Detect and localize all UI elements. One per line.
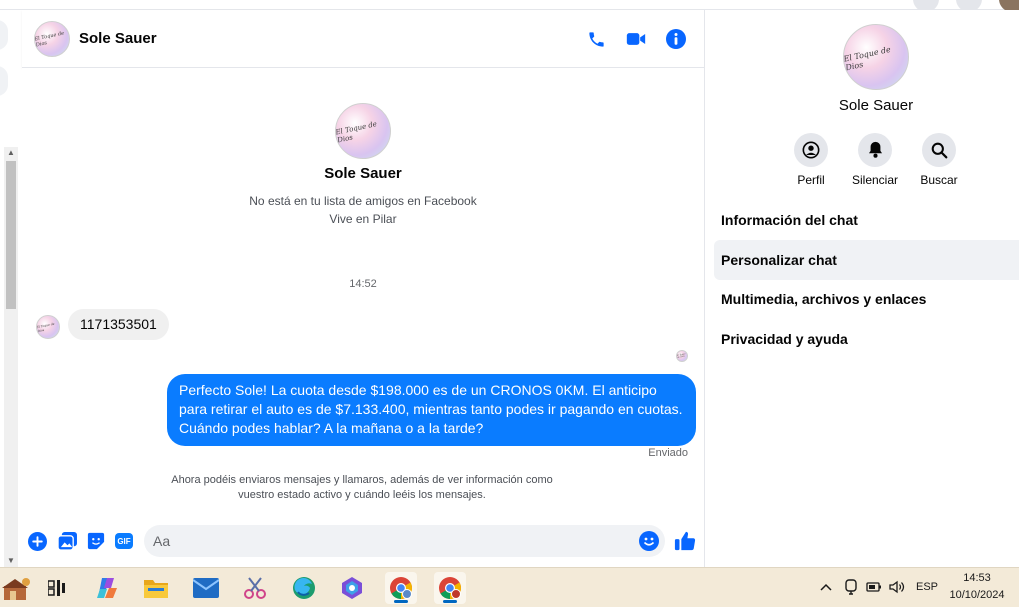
input-language[interactable]: ESP	[912, 581, 942, 593]
gif-icon[interactable]: GIF	[114, 531, 134, 551]
rail-button[interactable]	[0, 20, 8, 50]
bell-icon	[858, 133, 892, 167]
scroll-down-icon[interactable]: ▼	[4, 555, 18, 567]
outgoing-message[interactable]: Perfecto Sole! La cuota desde $198.000 e…	[167, 374, 696, 446]
friendship-note: No está en tu lista de amigos en Faceboo…	[249, 194, 477, 208]
mail-icon[interactable]	[190, 572, 222, 604]
read-receipt-avatar: El Toque de Dios	[676, 350, 688, 362]
chat-details-panel: El Toque de Dios Sole Sauer Perfil Silen…	[704, 10, 1019, 567]
widgets-icon[interactable]	[0, 572, 34, 604]
taskbar: ESP 14:53 10/10/2024	[0, 567, 1019, 607]
clock-date[interactable]: 10/10/2024	[946, 589, 1008, 601]
scrollbar[interactable]: ▲ ▼	[4, 147, 18, 567]
details-avatar[interactable]: El Toque de Dios	[843, 24, 909, 90]
scrollbar-thumb[interactable]	[6, 161, 16, 309]
profile-icon	[794, 133, 828, 167]
left-rail: ▲ ▼	[0, 10, 22, 567]
chevron-up-icon[interactable]	[817, 578, 835, 596]
profile-name: Sole Sauer	[324, 165, 402, 182]
message-thread: El Toque de Dios Sole Sauer No está en t…	[22, 68, 704, 522]
copilot-icon[interactable]	[92, 572, 124, 604]
top-strip	[0, 0, 1019, 12]
chat-header: El Toque de Dios Sole Sauer	[22, 10, 704, 68]
thumbs-up-icon[interactable]	[673, 529, 697, 553]
message-input[interactable]	[144, 525, 665, 557]
mute-button[interactable]: Silenciar	[840, 133, 910, 187]
plus-icon[interactable]	[27, 531, 47, 551]
menu-privacy-help[interactable]: Privacidad y ayuda	[714, 319, 1019, 359]
profile-button[interactable]: Perfil	[776, 133, 846, 187]
menu-media-files-links[interactable]: Multimedia, archivos y enlaces	[714, 279, 1019, 319]
sticker-icon[interactable]	[86, 531, 106, 551]
gif-label: GIF	[115, 533, 133, 549]
search-label: Buscar	[920, 173, 958, 187]
copilot-pro-icon[interactable]	[336, 572, 368, 604]
photo-icon[interactable]	[57, 531, 77, 551]
avatar-logo-text: El Toque de Dios	[843, 44, 892, 73]
profile-label: Perfil	[797, 173, 825, 187]
phone-icon[interactable]	[585, 28, 607, 50]
rail-button[interactable]	[0, 66, 8, 96]
location-note: Vive en Pilar	[329, 212, 397, 226]
search-button[interactable]: Buscar	[904, 133, 974, 187]
messenger-window: ▲ ▼ El Toque de Dios Sole Sauer El Toque…	[0, 0, 1019, 607]
emoji-icon[interactable]	[638, 530, 660, 552]
battery-icon[interactable]	[865, 578, 883, 596]
details-name: Sole Sauer	[838, 97, 914, 114]
mute-label: Silenciar	[851, 173, 899, 187]
scroll-up-icon[interactable]: ▲	[4, 147, 18, 159]
video-call-icon[interactable]	[625, 28, 647, 50]
task-view-icon[interactable]	[41, 572, 73, 604]
edge-icon[interactable]	[288, 572, 320, 604]
incoming-message[interactable]: 1171353501	[68, 309, 169, 340]
clock-time[interactable]: 14:53	[946, 572, 1008, 584]
search-icon	[922, 133, 956, 167]
profile-avatar[interactable]: El Toque de Dios	[335, 103, 391, 159]
meet-now-icon[interactable]	[842, 578, 860, 596]
avatar-logo-text: El Toque de Dios	[676, 353, 686, 359]
avatar-logo-text: El Toque de Dios	[36, 321, 55, 334]
sent-status: Enviado	[648, 447, 688, 459]
file-explorer-icon[interactable]	[140, 572, 172, 604]
contact-name[interactable]: Sole Sauer	[79, 30, 157, 47]
contact-avatar[interactable]: El Toque de Dios	[34, 21, 70, 57]
chrome-icon[interactable]	[385, 572, 417, 604]
message-composer: GIF	[22, 522, 704, 567]
avatar-logo-text: El Toque de Dios	[34, 30, 65, 49]
info-icon[interactable]	[665, 28, 687, 50]
menu-customize-chat[interactable]: Personalizar chat	[714, 240, 1019, 280]
message-timestamp: 14:52	[349, 278, 377, 290]
sender-avatar[interactable]: El Toque de Dios	[36, 315, 60, 339]
volume-icon[interactable]	[888, 578, 906, 596]
avatar-logo-text: El Toque de Dios	[335, 120, 378, 145]
chrome-profile-icon[interactable]	[434, 572, 466, 604]
snipping-tool-icon[interactable]	[239, 572, 271, 604]
menu-chat-info[interactable]: Información del chat	[714, 200, 1019, 240]
messaging-notice: Ahora podéis enviaros mensajes y llamaro…	[171, 474, 553, 501]
